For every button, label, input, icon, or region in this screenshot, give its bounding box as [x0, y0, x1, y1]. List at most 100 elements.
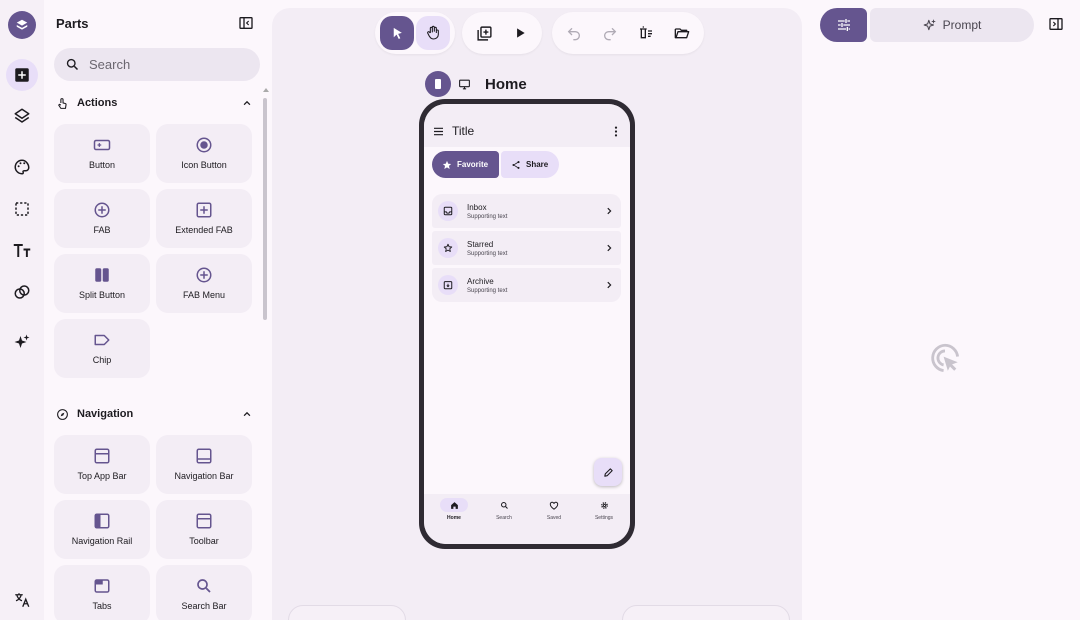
add-circle-icon: [92, 201, 112, 219]
chevron-up-icon[interactable]: [242, 98, 252, 108]
compass-icon: [56, 408, 69, 421]
top-app-bar-icon: [92, 447, 112, 465]
properties-tab[interactable]: [820, 8, 867, 42]
palette-icon[interactable]: [6, 151, 38, 183]
part-label: Icon Button: [181, 160, 227, 170]
navigation-bar-icon: [194, 447, 214, 465]
part-tile-search-bar[interactable]: Search Bar: [156, 565, 252, 620]
left-rail: [0, 0, 44, 620]
list-item[interactable]: Archive Supporting text: [432, 268, 621, 302]
phone-frame: Title Favorite Share Inbox Supporting te…: [419, 99, 635, 549]
part-tile-navigation-rail[interactable]: Navigation Rail: [54, 500, 150, 559]
parts-panel: Parts Actions Button Icon Button FAB Ext…: [44, 0, 270, 620]
sparkle-icon: [923, 18, 937, 32]
label-icon: [92, 331, 112, 349]
nav-item-search[interactable]: Search: [480, 498, 528, 521]
library-add-icon: [476, 25, 493, 42]
edit-fab[interactable]: [594, 458, 622, 486]
favorite-segment[interactable]: Favorite: [432, 151, 499, 178]
share-segment[interactable]: Share: [501, 151, 559, 178]
play-button[interactable]: [503, 16, 537, 50]
part-tile-top-app-bar[interactable]: Top App Bar: [54, 435, 150, 494]
nav-label: Settings: [594, 515, 614, 521]
app-logo-icon[interactable]: [8, 11, 36, 39]
desktop-device-button[interactable]: [451, 71, 477, 97]
redo-button[interactable]: [593, 16, 627, 50]
list-item[interactable]: Starred Supporting text: [432, 231, 621, 265]
more-vert-icon[interactable]: [614, 126, 618, 137]
nav-label: Saved: [546, 515, 562, 521]
translate-icon[interactable]: [6, 584, 38, 616]
undo-button[interactable]: [557, 16, 591, 50]
part-label: Navigation Bar: [174, 471, 234, 481]
pencil-icon: [603, 467, 614, 478]
chevron-up-icon[interactable]: [242, 409, 252, 419]
add-box-icon[interactable]: [6, 59, 38, 91]
layers-icon[interactable]: [6, 100, 38, 132]
canvas-bottom-control-right[interactable]: [622, 605, 790, 620]
nav-item-settings[interactable]: Settings: [580, 498, 628, 521]
add-box-icon: [194, 201, 214, 219]
part-tile-extended-fab[interactable]: Extended FAB: [156, 189, 252, 248]
nav-label: Home: [447, 515, 461, 521]
nav-item-home[interactable]: Home: [430, 498, 478, 521]
selection-icon[interactable]: [6, 193, 38, 225]
list-item-title: Starred: [467, 239, 494, 249]
section-navigation-header[interactable]: Navigation: [56, 404, 252, 424]
favorite-label: Favorite: [457, 160, 489, 169]
tool-group-screen: [462, 12, 542, 54]
search-bar[interactable]: [54, 48, 260, 81]
pan-tool-button[interactable]: [416, 16, 450, 50]
part-tile-navigation-bar[interactable]: Navigation Bar: [156, 435, 252, 494]
archive-icon: [438, 275, 458, 295]
gear-icon: [590, 498, 618, 512]
part-tile-toolbar[interactable]: Toolbar: [156, 500, 252, 559]
select-tool-button[interactable]: [380, 16, 414, 50]
part-tile-split-button[interactable]: Split Button: [54, 254, 150, 313]
open-folder-button[interactable]: [665, 16, 699, 50]
prompt-tab[interactable]: Prompt: [870, 8, 1034, 42]
part-tile-icon-button[interactable]: Icon Button: [156, 124, 252, 183]
part-tile-button[interactable]: Button: [54, 124, 150, 183]
menu-icon[interactable]: [433, 127, 444, 136]
toolbar-icon: [194, 512, 214, 530]
part-tile-chip[interactable]: Chip: [54, 319, 150, 378]
text-format-icon[interactable]: [6, 235, 38, 267]
search-input[interactable]: [89, 57, 239, 72]
parts-title: Parts: [56, 16, 89, 31]
part-tile-fab[interactable]: FAB: [54, 189, 150, 248]
phone-device-button[interactable]: [425, 71, 451, 97]
section-actions-header[interactable]: Actions: [56, 93, 252, 113]
heart-icon: [540, 498, 568, 512]
delete-button[interactable]: [629, 16, 663, 50]
collapse-panel-icon[interactable]: [238, 15, 254, 31]
toggle-right-panel-icon[interactable]: [1048, 16, 1064, 32]
chevron-right-icon: [606, 281, 612, 289]
part-label: FAB: [93, 225, 111, 235]
add-screen-button[interactable]: [467, 16, 501, 50]
cursor-click-icon: [928, 341, 962, 375]
parts-scrollbar[interactable]: [262, 90, 268, 620]
shape-icon[interactable]: [6, 276, 38, 308]
canvas-bottom-control-left[interactable]: [288, 605, 406, 620]
navigation-rail-icon: [92, 512, 112, 530]
touch-icon: [56, 97, 69, 110]
list-item[interactable]: Inbox Supporting text: [432, 194, 621, 228]
list-item-title: Inbox: [467, 202, 487, 212]
nav-item-saved[interactable]: Saved: [530, 498, 578, 521]
part-label: Toolbar: [189, 536, 219, 546]
bottom-navigation-bar: Home Search Saved Settings: [424, 494, 630, 544]
prompt-tab-label: Prompt: [942, 18, 982, 32]
app-bar-title: Title: [452, 124, 475, 138]
sparkle-icon[interactable]: [6, 326, 38, 358]
part-label: Chip: [92, 355, 112, 365]
scrollbar-thumb[interactable]: [263, 98, 267, 320]
screen-name: Home: [485, 75, 527, 93]
part-label: Tabs: [92, 601, 112, 611]
play-icon: [513, 26, 527, 40]
part-tile-fab-menu[interactable]: FAB Menu: [156, 254, 252, 313]
part-tile-tabs[interactable]: Tabs: [54, 565, 150, 620]
nav-label: Search: [496, 515, 512, 521]
phone-screen[interactable]: Title Favorite Share Inbox Supporting te…: [424, 104, 630, 544]
hand-icon: [425, 25, 441, 41]
